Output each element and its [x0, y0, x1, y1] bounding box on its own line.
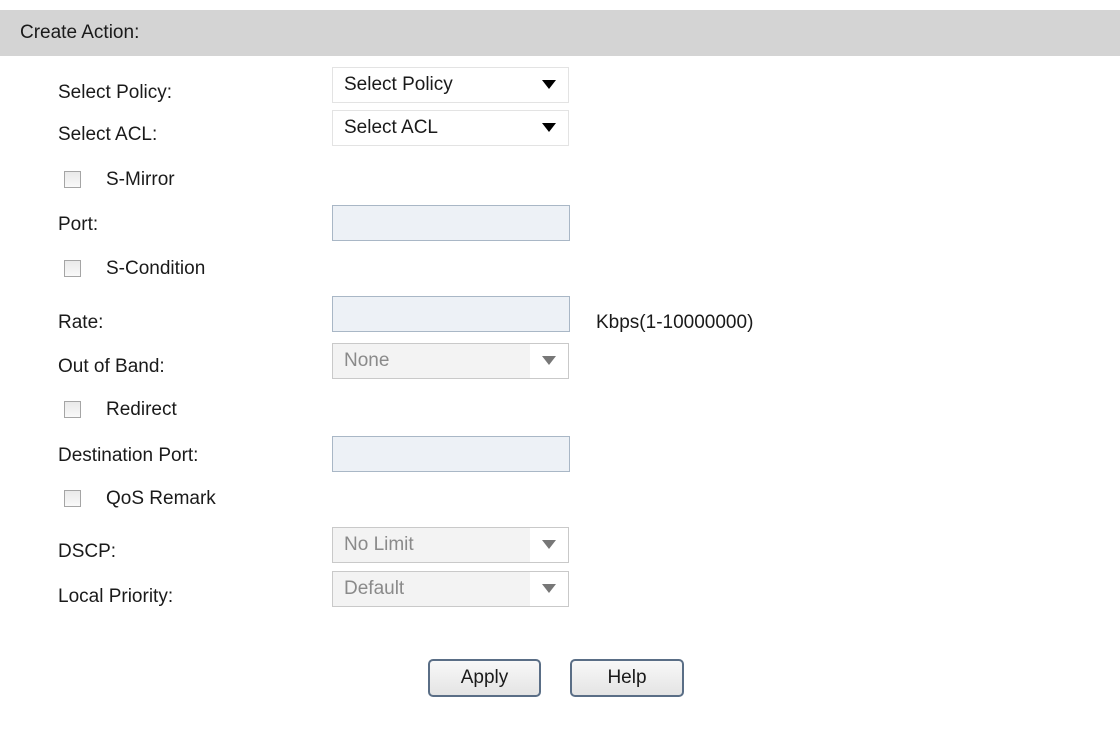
rate-input[interactable] — [332, 296, 570, 332]
select-policy-label: Select Policy: — [58, 82, 173, 103]
section-header: Create Action: — [0, 10, 1120, 56]
redirect-checkbox[interactable] — [64, 401, 81, 418]
qos-remark-label: QoS Remark — [106, 488, 216, 509]
dscp-label: DSCP: — [58, 541, 117, 562]
port-label: Port: — [58, 214, 99, 235]
chevron-down-icon — [542, 356, 556, 365]
select-policy-arrow[interactable] — [530, 68, 568, 102]
destination-port-input[interactable] — [332, 436, 570, 472]
select-policy-value: Select Policy — [344, 74, 453, 95]
apply-button[interactable]: Apply — [428, 659, 541, 697]
local-priority-label: Local Priority: — [58, 586, 174, 607]
chevron-down-icon — [542, 123, 556, 132]
dscp-arrow[interactable] — [530, 528, 568, 562]
s-condition-label: S-Condition — [106, 258, 206, 279]
port-input[interactable] — [332, 205, 570, 241]
chevron-down-icon — [542, 80, 556, 89]
dscp-value: No Limit — [344, 534, 414, 555]
s-mirror-label: S-Mirror — [106, 169, 175, 190]
out-of-band-dropdown[interactable]: None — [332, 343, 569, 379]
rate-label: Rate: — [58, 312, 104, 333]
out-of-band-label: Out of Band: — [58, 356, 165, 377]
local-priority-value: Default — [344, 578, 405, 599]
out-of-band-value: None — [344, 350, 390, 371]
redirect-label: Redirect — [106, 399, 177, 420]
select-acl-label: Select ACL: — [58, 124, 158, 145]
dscp-dropdown[interactable]: No Limit — [332, 527, 569, 563]
qos-remark-checkbox[interactable] — [64, 490, 81, 507]
select-acl-arrow[interactable] — [530, 111, 568, 145]
local-priority-dropdown[interactable]: Default — [332, 571, 569, 607]
select-policy-dropdown[interactable]: Select Policy — [332, 67, 569, 103]
chevron-down-icon — [542, 540, 556, 549]
s-condition-checkbox[interactable] — [64, 260, 81, 277]
help-button[interactable]: Help — [570, 659, 684, 697]
local-priority-arrow[interactable] — [530, 572, 568, 606]
s-mirror-checkbox[interactable] — [64, 171, 81, 188]
chevron-down-icon — [542, 584, 556, 593]
destination-port-label: Destination Port: — [58, 445, 199, 466]
select-acl-dropdown[interactable]: Select ACL — [332, 110, 569, 146]
rate-unit-label: Kbps(1-10000000) — [596, 312, 754, 333]
section-title: Create Action: — [20, 22, 140, 43]
select-acl-value: Select ACL — [344, 117, 438, 138]
out-of-band-arrow[interactable] — [530, 344, 568, 378]
